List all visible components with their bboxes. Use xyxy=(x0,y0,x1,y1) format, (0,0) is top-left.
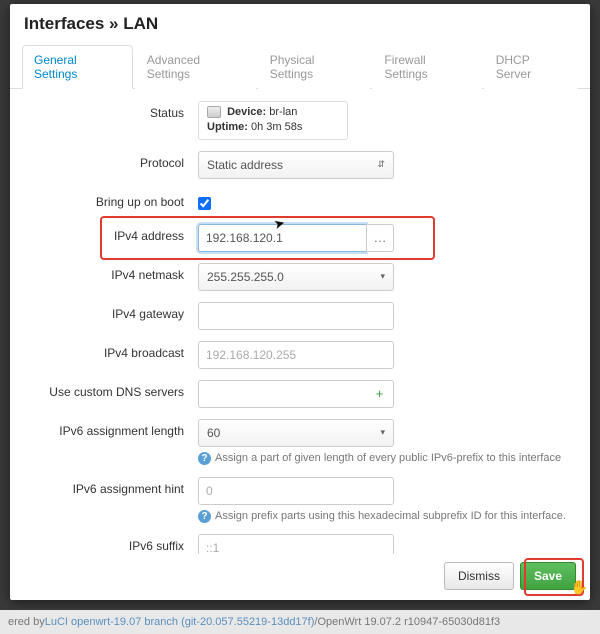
chevron-down-icon: ▾ xyxy=(380,427,385,438)
row-netmask: IPv4 netmask 255.255.255.0 ▾ xyxy=(28,263,572,291)
label-bringup: Bring up on boot xyxy=(28,190,198,209)
status-box: Device: br-lan Uptime: 0h 3m 58s xyxy=(198,101,348,140)
label-v6-len: IPv6 assignment length xyxy=(28,419,198,438)
ipv4-more-button[interactable]: … xyxy=(366,224,394,252)
chevron-updown-icon: ⇵ xyxy=(377,159,385,170)
broadcast-input[interactable] xyxy=(198,341,394,369)
netmask-select[interactable]: 255.255.255.0 ▾ xyxy=(198,263,394,291)
tab-advanced[interactable]: Advanced Settings xyxy=(135,45,256,89)
ipv4-address-input[interactable] xyxy=(198,224,366,252)
interface-modal: Interfaces » LAN General Settings Advanc… xyxy=(10,4,590,600)
help-icon: ? xyxy=(198,510,211,523)
row-v6-len: IPv6 assignment length 60 ▾ ?Assign a pa… xyxy=(28,419,572,466)
label-broadcast: IPv4 broadcast xyxy=(28,341,198,360)
help-icon: ? xyxy=(198,452,211,465)
dns-add-button[interactable]: + xyxy=(366,380,394,408)
v6-hint-help: ?Assign prefix parts using this hexadeci… xyxy=(198,509,572,524)
label-protocol: Protocol xyxy=(28,151,198,170)
label-status: Status xyxy=(28,101,198,120)
dismiss-button[interactable]: Dismiss xyxy=(444,562,514,590)
modal-footer: Dismiss Save xyxy=(10,554,590,600)
tab-physical[interactable]: Physical Settings xyxy=(258,45,371,89)
v6-len-help: ?Assign a part of given length of every … xyxy=(198,451,572,466)
bringup-checkbox[interactable] xyxy=(198,197,211,210)
label-v6-hint: IPv6 assignment hint xyxy=(28,477,198,496)
tab-general[interactable]: General Settings xyxy=(22,45,133,89)
tab-firewall[interactable]: Firewall Settings xyxy=(372,45,481,89)
v6-len-select[interactable]: 60 ▾ xyxy=(198,419,394,447)
row-dns: Use custom DNS servers + xyxy=(28,380,572,408)
label-netmask: IPv4 netmask xyxy=(28,263,198,282)
v6-suffix-input[interactable] xyxy=(198,534,394,554)
protocol-select[interactable]: Static address ⇵ xyxy=(198,151,394,179)
row-bringup: Bring up on boot xyxy=(28,190,572,213)
device-icon xyxy=(207,106,221,118)
save-button[interactable]: Save xyxy=(520,562,576,590)
modal-body: Status Device: br-lan Uptime: 0h 3m 58s … xyxy=(10,89,590,554)
dns-input[interactable] xyxy=(198,380,366,408)
row-gateway: IPv4 gateway xyxy=(28,302,572,330)
label-dns: Use custom DNS servers xyxy=(28,380,198,399)
page-title: Interfaces » LAN xyxy=(24,14,576,34)
footer-bar: ered by LuCI openwrt-19.07 branch (git-2… xyxy=(0,610,600,634)
label-v6-suffix: IPv6 suffix xyxy=(28,534,198,553)
footer-link[interactable]: LuCI openwrt-19.07 branch (git-20.057.55… xyxy=(45,616,315,628)
tab-dhcp[interactable]: DHCP Server xyxy=(484,45,578,89)
row-v6-hint: IPv6 assignment hint ?Assign prefix part… xyxy=(28,477,572,524)
row-broadcast: IPv4 broadcast xyxy=(28,341,572,369)
row-ipv4-address: IPv4 address … xyxy=(28,224,572,252)
label-gateway: IPv4 gateway xyxy=(28,302,198,321)
tabs: General Settings Advanced Settings Physi… xyxy=(10,44,590,89)
chevron-down-icon: ▾ xyxy=(380,271,385,282)
v6-hint-input[interactable] xyxy=(198,477,394,505)
row-v6-suffix: IPv6 suffix ?Optional. Allowed values: '… xyxy=(28,534,572,554)
row-protocol: Protocol Static address ⇵ xyxy=(28,151,572,179)
gateway-input[interactable] xyxy=(198,302,394,330)
label-ipv4-address: IPv4 address xyxy=(28,224,198,243)
modal-header: Interfaces » LAN xyxy=(10,4,590,38)
row-status: Status Device: br-lan Uptime: 0h 3m 58s xyxy=(28,101,572,140)
